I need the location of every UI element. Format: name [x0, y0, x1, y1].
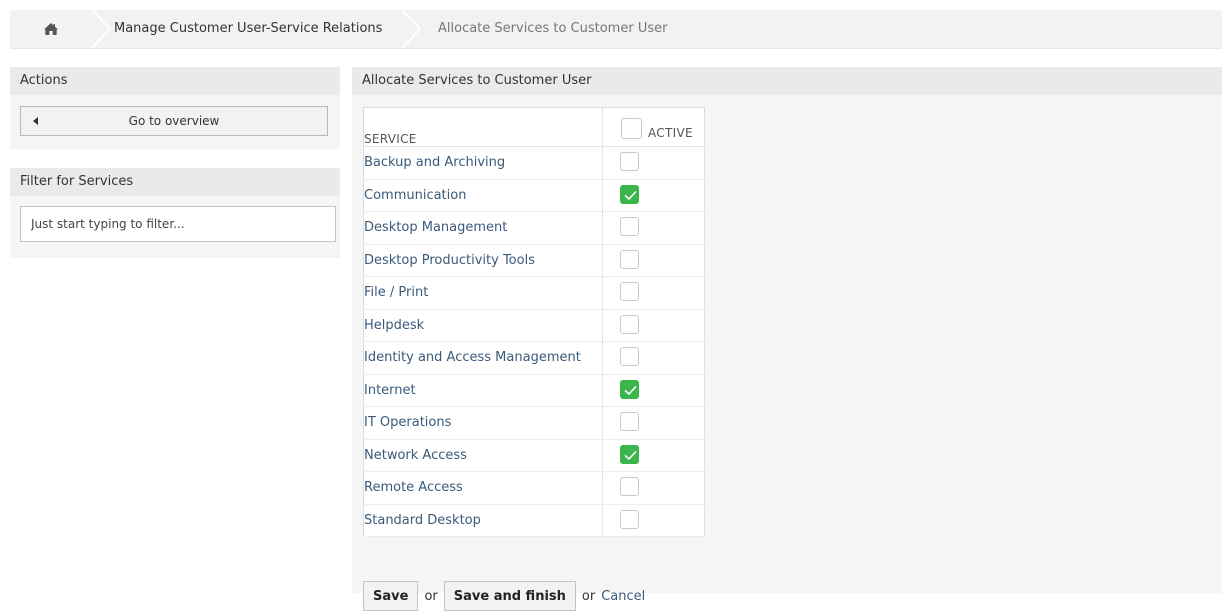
service-name: Desktop Management: [363, 211, 603, 245]
active-cell: [602, 211, 705, 245]
checkmark-icon: [624, 450, 637, 460]
filter-panel: Filter for Services: [10, 168, 340, 258]
home-icon: [44, 23, 58, 35]
active-cell: [602, 504, 705, 537]
save-and-finish-button[interactable]: Save and finish: [443, 581, 576, 611]
column-header-active: ACTIVE: [602, 107, 705, 147]
filter-title: Filter for Services: [10, 168, 340, 196]
table-row: Internet: [363, 374, 705, 407]
or-text: or: [424, 588, 438, 604]
active-cell: [602, 341, 705, 375]
actions-title: Actions: [10, 67, 340, 95]
table-row: Desktop Management: [363, 211, 705, 245]
table-row: Identity and Access Management: [363, 341, 705, 375]
active-cell: [602, 179, 705, 212]
actions-panel: Actions Go to overview: [10, 67, 340, 149]
active-checkbox[interactable]: [620, 347, 639, 366]
breadcrumb-separator: [402, 10, 422, 48]
service-name: IT Operations: [363, 406, 603, 440]
form-footer: Save or Save and finish or Cancel: [363, 581, 645, 611]
active-cell: [602, 309, 705, 342]
service-name: Network Access: [363, 439, 603, 472]
column-header-service: SERVICE: [363, 107, 603, 147]
active-cell: [602, 471, 705, 505]
active-cell: [602, 146, 705, 180]
service-name: Remote Access: [363, 471, 603, 505]
active-checkbox[interactable]: [620, 217, 639, 236]
active-checkbox[interactable]: [620, 379, 639, 399]
active-cell: [602, 374, 705, 407]
go-to-overview-label: Go to overview: [128, 114, 220, 128]
active-checkbox[interactable]: [620, 184, 639, 204]
table-row: Communication: [363, 179, 705, 212]
active-cell: [602, 406, 705, 440]
service-name: Communication: [363, 179, 603, 212]
table-row: IT Operations: [363, 406, 705, 440]
service-name: Standard Desktop: [363, 504, 603, 537]
active-checkbox[interactable]: [620, 282, 639, 301]
active-checkbox[interactable]: [620, 444, 639, 464]
service-name: Desktop Productivity Tools: [363, 244, 603, 277]
or-text: or: [581, 588, 596, 604]
services-table: SERVICE ACTIVE Backup and Archiving Commu…: [363, 107, 705, 537]
service-name: File / Print: [363, 276, 603, 310]
save-button[interactable]: Save: [363, 581, 419, 611]
active-cell: [602, 276, 705, 310]
checkmark-icon: [624, 385, 637, 395]
service-name: Identity and Access Management: [363, 341, 603, 375]
checkmark-icon: [624, 190, 637, 200]
service-name: Internet: [363, 374, 603, 407]
main-title: Allocate Services to Customer User: [352, 67, 1222, 95]
breadcrumb-home[interactable]: [10, 10, 92, 48]
column-header-active-label: ACTIVE: [648, 126, 693, 140]
active-checkbox[interactable]: [620, 249, 639, 269]
table-row: Backup and Archiving: [363, 146, 705, 180]
table-row: Remote Access: [363, 471, 705, 505]
active-checkbox[interactable]: [620, 477, 639, 496]
breadcrumb-current-page: Allocate Services to Customer User: [438, 21, 668, 36]
breadcrumb-manage-relations[interactable]: Manage Customer User-Service Relations: [114, 10, 382, 48]
active-checkbox[interactable]: [620, 509, 639, 529]
caret-left-icon: [33, 117, 38, 125]
active-checkbox[interactable]: [620, 152, 639, 171]
active-cell: [602, 439, 705, 472]
filter-services-input[interactable]: [20, 206, 336, 242]
table-row: Helpdesk: [363, 309, 705, 342]
table-row: File / Print: [363, 276, 705, 310]
breadcrumb: Manage Customer User-Service Relations A…: [10, 10, 1222, 49]
active-cell: [602, 244, 705, 277]
table-row: Desktop Productivity Tools: [363, 244, 705, 277]
active-checkbox[interactable]: [620, 314, 639, 334]
select-all-checkbox[interactable]: [621, 118, 642, 139]
allocate-services-panel: Allocate Services to Customer User SERVI…: [352, 67, 1222, 611]
breadcrumb-separator: [92, 10, 112, 48]
go-to-overview-button[interactable]: Go to overview: [20, 106, 328, 136]
table-row: Standard Desktop: [363, 504, 705, 537]
service-name: Backup and Archiving: [363, 146, 603, 180]
cancel-link[interactable]: Cancel: [601, 589, 645, 604]
active-checkbox[interactable]: [620, 412, 639, 431]
service-name: Helpdesk: [363, 309, 603, 342]
table-row: Network Access: [363, 439, 705, 472]
